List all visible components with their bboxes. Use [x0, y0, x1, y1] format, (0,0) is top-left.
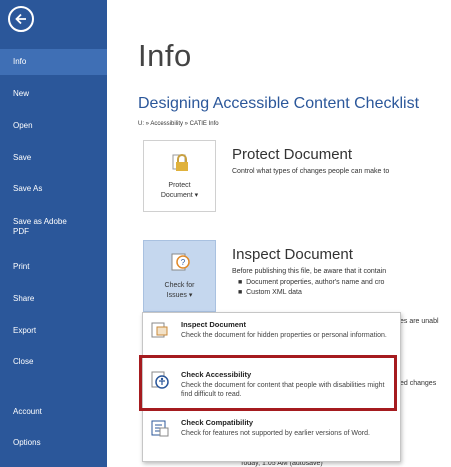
- nav-export[interactable]: Export: [0, 326, 107, 336]
- document-title: Designing Accessible Content Checklist: [138, 95, 420, 112]
- nav-options[interactable]: Options: [0, 438, 107, 448]
- overflow-text: es are unabl: [400, 318, 439, 325]
- compatibility-icon: [151, 420, 169, 437]
- inspect-document-icon: [151, 322, 168, 338]
- backstage-sidebar: Info New Open Save Save As Save as Adobe…: [0, 0, 107, 467]
- accessibility-icon: [151, 371, 169, 389]
- nav-new[interactable]: New: [0, 89, 107, 99]
- nav-account[interactable]: Account: [0, 407, 107, 417]
- inspect-bullet: ■ Document properties, author's name and…: [238, 279, 385, 286]
- inspect-document-heading: Inspect Document: [232, 246, 353, 263]
- nav-print[interactable]: Print: [0, 262, 107, 272]
- inspect-bullet: ■ Custom XML data: [238, 289, 302, 296]
- nav-open[interactable]: Open: [0, 121, 107, 131]
- nav-save-as[interactable]: Save As: [0, 184, 107, 194]
- svg-text:?: ?: [181, 258, 186, 267]
- lock-icon: [172, 154, 188, 171]
- check-issues-menu: Inspect Document Check the document for …: [142, 312, 401, 462]
- document-path[interactable]: U: » Accessibility » CATIE Info: [138, 121, 219, 127]
- nav-share[interactable]: Share: [0, 294, 107, 304]
- back-button[interactable]: [8, 6, 34, 32]
- overflow-text: ed changes: [400, 380, 437, 387]
- page-title: Info: [138, 38, 192, 73]
- protect-document-description: Control what types of changes people can…: [232, 168, 390, 175]
- protect-document-button[interactable]: Protect Document ▾: [143, 140, 216, 212]
- check-for-issues-button[interactable]: ? Check for Issues ▾: [143, 240, 216, 312]
- menu-item-check-accessibility[interactable]: Check Accessibility Check the document f…: [143, 363, 400, 413]
- menu-item-inspect-document[interactable]: Inspect Document Check the document for …: [143, 313, 400, 363]
- inspect-document-icon: ?: [171, 253, 190, 271]
- inspect-document-description: Before publishing this file, be aware th…: [232, 268, 387, 275]
- nav-close[interactable]: Close: [0, 357, 107, 367]
- back-arrow-icon: [15, 13, 26, 25]
- nav-save[interactable]: Save: [0, 153, 107, 163]
- menu-item-check-compatibility[interactable]: Check Compatibility Check for features n…: [143, 411, 400, 461]
- nav-save-as-adobe-pdf[interactable]: Save as Adobe PDF: [0, 217, 80, 237]
- nav-info[interactable]: Info: [0, 49, 107, 75]
- protect-document-heading: Protect Document: [232, 146, 353, 163]
